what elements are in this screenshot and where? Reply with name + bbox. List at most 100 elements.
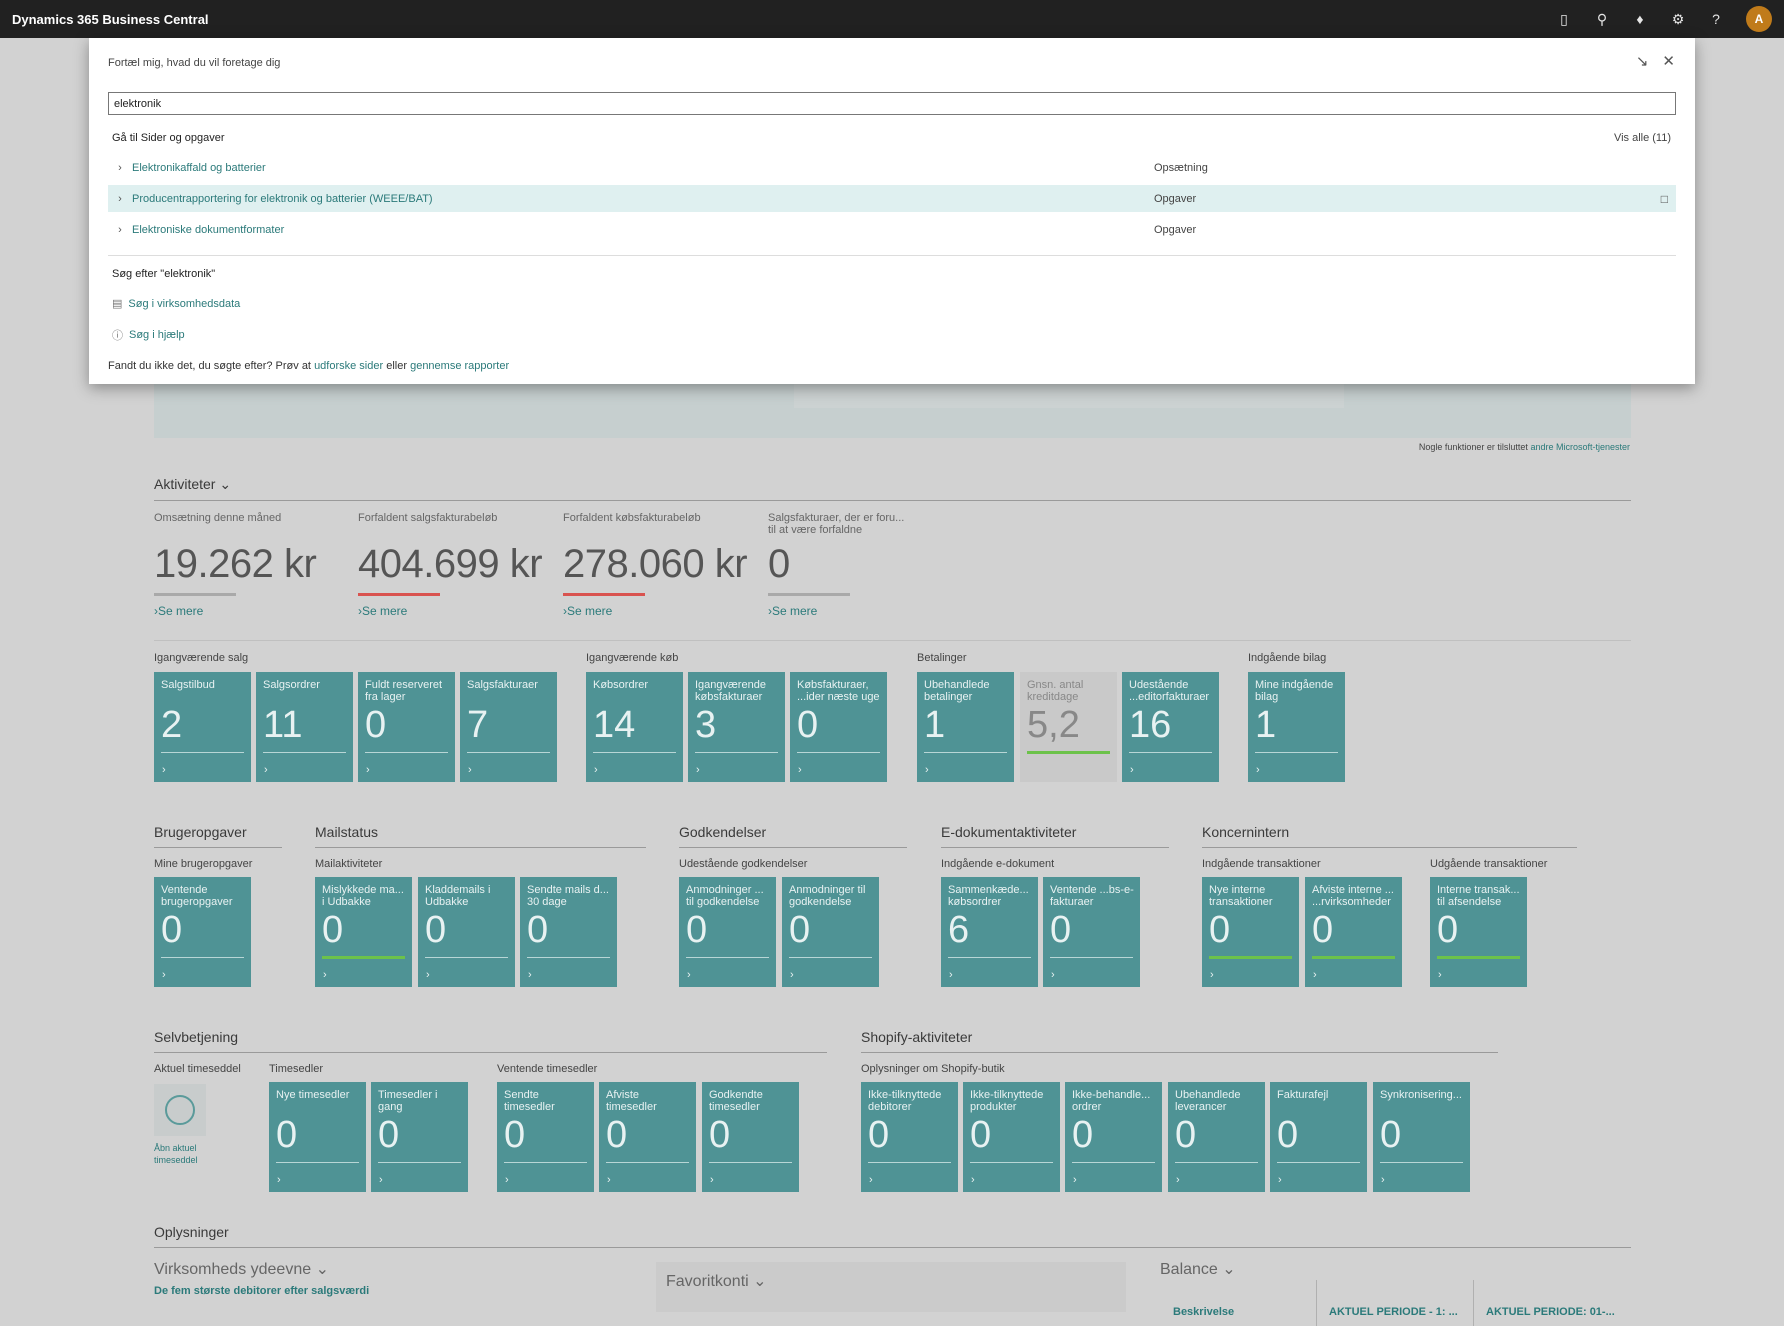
chevron-right-icon: › — [528, 969, 532, 981]
search-icon[interactable]: ⚲ — [1590, 7, 1614, 31]
bell-icon[interactable]: ♦ — [1628, 7, 1652, 31]
tile-timesheets-in-progress[interactable]: Timesedler i gang 0 › — [371, 1082, 468, 1192]
company-performance-dropdown[interactable]: Virksomheds ydeevne ⌄ — [154, 1259, 329, 1279]
tile-value: 3 — [695, 704, 717, 746]
group-label-my-user-tasks: Mine brugeropgaver — [154, 858, 253, 870]
microsoft-services-link[interactable]: andre Microsoft-tjenester — [1530, 442, 1630, 452]
result-row[interactable]: › Elektronikaffald og batterier Opsætnin… — [108, 154, 1676, 181]
result-title[interactable]: Producentrapportering for elektronik og … — [132, 193, 1154, 205]
activities-title[interactable]: Aktiviteter ⌄ — [154, 476, 231, 493]
tile-requests-for-approval-1[interactable]: Anmodninger ... til godkendelse 0 › — [679, 877, 776, 987]
tile-my-incoming-documents[interactable]: Mine indgående bilag 1 › — [1248, 672, 1345, 782]
tile-label: Interne transak... til afsendelse — [1437, 884, 1520, 908]
pages-section-title: Gå til Sider og opgaver — [112, 132, 225, 144]
tile-value: 0 — [1175, 1114, 1197, 1156]
chevron-right-icon: › — [594, 764, 598, 776]
result-title[interactable]: Elektroniske dokumentformater — [132, 224, 1154, 236]
favorite-accounts-dropdown[interactable]: Favoritkonti ⌄ — [666, 1271, 767, 1291]
divider — [154, 1052, 827, 1053]
result-row[interactable]: › Producentrapportering for elektronik o… — [108, 185, 1676, 212]
tile-sales-quotes[interactable]: Salgstilbud 2 › — [154, 672, 251, 782]
tile-unmapped-customers[interactable]: Ikke-tilknyttede debitorer 0 › — [861, 1082, 958, 1192]
balance-dropdown[interactable]: Balance ⌄ — [1160, 1259, 1236, 1279]
tile-failed-outbox-mails[interactable]: Mislykkede ma... i Udbakke 0 › — [315, 877, 412, 987]
avatar[interactable]: A — [1746, 6, 1772, 32]
tile-pending-user-tasks[interactable]: Ventende brugeropgaver 0 › — [154, 877, 251, 987]
tile-unprocessed-orders[interactable]: Ikke-behandle... ordrer 0 › — [1065, 1082, 1162, 1192]
tile-pending-einvoices[interactable]: Ventende ...bs-e-fakturaer 0 › — [1043, 877, 1140, 987]
chevron-right-icon[interactable]: › — [108, 162, 132, 174]
kpi-revenue[interactable]: Omsætning denne måned 19.262 kr ›Se mere — [154, 512, 344, 618]
open-current-timesheet-button[interactable] — [154, 1084, 206, 1136]
chevron-right-icon[interactable]: › — [108, 224, 132, 236]
tile-sales-invoices[interactable]: Salgsfakturaer 7 › — [460, 672, 557, 782]
tile-new-intercompany-transactions[interactable]: Nye interne transaktioner 0 › — [1202, 877, 1299, 987]
kpi-overdue-sales[interactable]: Forfaldent salgsfakturabeløb 404.699 kr … — [358, 512, 548, 618]
tile-linked-purchase-orders[interactable]: Sammenkæde... købsordrer 6 › — [941, 877, 1038, 987]
tile-unprocessed-payments[interactable]: Ubehandlede betalinger 1 › — [917, 672, 1014, 782]
top-five-customers-link[interactable]: De fem største debitorer efter salgsværd… — [154, 1285, 369, 1297]
help-icon[interactable]: ? — [1704, 7, 1728, 31]
tile-synchronization[interactable]: Synkronisering... 0 › — [1373, 1082, 1470, 1192]
tile-sent-mails-30-days[interactable]: Sendte mails d... 30 dage 0 › — [520, 877, 617, 987]
tile-unmapped-products[interactable]: Ikke-tilknyttede produkter 0 › — [963, 1082, 1060, 1192]
tile-unprocessed-shipments[interactable]: Ubehandlede leverancer 0 › — [1168, 1082, 1265, 1192]
explore-pages-link[interactable]: udforske sider — [314, 360, 383, 372]
result-title[interactable]: Elektronikaffald og batterier — [132, 162, 1154, 174]
divider — [679, 847, 907, 848]
search-help-link[interactable]: ⓘ Søg i hjælp — [112, 327, 185, 343]
tile-invoice-errors[interactable]: Fakturafejl 0 › — [1270, 1082, 1367, 1192]
tile-divider — [709, 1162, 792, 1163]
tile-outstanding-vendor-invoices[interactable]: Udestående ...editorfakturaer 16 › — [1122, 672, 1219, 782]
kpi-due-soon[interactable]: Salgsfakturaer, der er foru... til at væ… — [768, 512, 908, 618]
tile-draft-outbox-mails[interactable]: Kladdemails i Udbakke 0 › — [418, 877, 515, 987]
section-mail-status: Mailstatus — [315, 824, 379, 840]
tile-label: Fakturafejl — [1277, 1089, 1329, 1101]
see-more-link[interactable]: ›Se mere — [768, 604, 908, 618]
see-more-link[interactable]: ›Se mere — [563, 604, 753, 618]
tile-purchase-invoices-due[interactable]: Købsfakturaer, ...ider næste uge 0 › — [790, 672, 887, 782]
tile-value: 0 — [365, 704, 387, 746]
tile-divider — [161, 752, 244, 753]
collapse-icon[interactable]: ↘ — [1636, 52, 1649, 70]
gear-icon[interactable]: ⚙ — [1666, 7, 1690, 31]
close-icon[interactable]: ✕ — [1662, 52, 1675, 70]
tile-submitted-timesheets[interactable]: Sendte timesedler 0 › — [497, 1082, 594, 1192]
tile-ongoing-purchase-invoices[interactable]: Igangværende købsfakturaer 3 › — [688, 672, 785, 782]
column-header-period-2[interactable]: AKTUEL PERIODE: 01-... — [1486, 1306, 1615, 1318]
tile-rejected-timesheets[interactable]: Afviste timesedler 0 › — [599, 1082, 696, 1192]
tile-divider — [1072, 1162, 1155, 1163]
chevron-down-icon: ⌄ — [219, 476, 232, 492]
tile-label: Synkronisering... — [1380, 1089, 1462, 1101]
column-header-description[interactable]: Beskrivelse — [1173, 1306, 1234, 1318]
chevron-right-icon[interactable]: › — [108, 193, 132, 205]
show-all-link[interactable]: Vis alle (11) — [1614, 132, 1671, 144]
result-row[interactable]: › Elektroniske dokumentformater Opgaver — [108, 216, 1676, 243]
browse-reports-link[interactable]: gennemse rapporter — [410, 360, 509, 372]
tile-intercompany-to-send[interactable]: Interne transak... til afsendelse 0 › — [1430, 877, 1527, 987]
tile-rejected-intercompany[interactable]: Afviste interne ... ...rvirksomheder 0 › — [1305, 877, 1402, 987]
tile-label: Salgsfakturaer — [467, 679, 538, 691]
column-header-period-1[interactable]: AKTUEL PERIODE - 1: ... — [1329, 1306, 1458, 1318]
tile-status-bar — [1209, 956, 1292, 959]
kpi-value: 19.262 kr — [154, 542, 317, 586]
search-company-data-link[interactable]: ▤ Søg i virksomhedsdata — [112, 297, 240, 311]
see-more-link[interactable]: ›Se mere — [358, 604, 548, 618]
chevron-right-icon: › — [710, 1174, 714, 1186]
tile-fully-reserved[interactable]: Fuldt reserveret fra lager 0 › — [358, 672, 455, 782]
kpi-overdue-purchase[interactable]: Forfaldent købsfakturabeløb 278.060 kr ›… — [563, 512, 753, 618]
tile-new-timesheets[interactable]: Nye timesedler 0 › — [269, 1082, 366, 1192]
see-more-link[interactable]: ›Se mere — [154, 604, 344, 618]
document-icon[interactable]: ▯ — [1552, 7, 1576, 31]
tile-value: 0 — [709, 1114, 731, 1156]
bookmark-icon[interactable]: □ — [1661, 192, 1668, 206]
tile-purchase-orders[interactable]: Købsordrer 14 › — [586, 672, 683, 782]
open-current-timesheet-link[interactable]: Åbn aktuel timeseddel — [154, 1142, 214, 1166]
search-input[interactable] — [108, 92, 1676, 115]
tile-sales-orders[interactable]: Salgsordrer 11 › — [256, 672, 353, 782]
tile-avg-credit-days[interactable]: Gnsn. antal kreditdage 5,2 — [1020, 672, 1117, 782]
tile-value: 2 — [161, 704, 183, 746]
tile-label: Købsfakturaer, ...ider næste uge — [797, 679, 880, 703]
tile-requests-for-approval-2[interactable]: Anmodninger til godkendelse 0 › — [782, 877, 879, 987]
tile-approved-timesheets[interactable]: Godkendte timesedler 0 › — [702, 1082, 799, 1192]
